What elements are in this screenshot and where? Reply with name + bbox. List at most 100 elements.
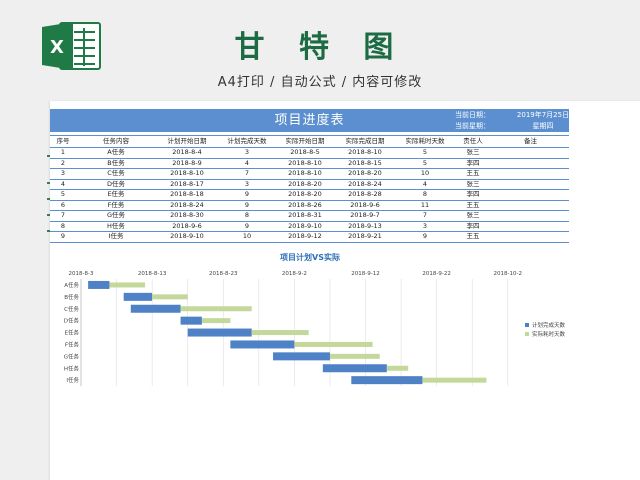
table-cell[interactable]: 5 bbox=[396, 147, 454, 159]
table-cell[interactable]: 7 bbox=[50, 210, 76, 222]
table-cell[interactable]: 4 bbox=[396, 178, 454, 190]
table-cell[interactable]: 5 bbox=[396, 157, 454, 169]
page-title: 甘 特 图 bbox=[234, 30, 406, 65]
table-cell[interactable]: 9 bbox=[396, 231, 454, 243]
table-cell[interactable] bbox=[492, 168, 569, 180]
chart-title: 项目计划VS实际 bbox=[280, 252, 340, 262]
table-cell[interactable]: 王五 bbox=[454, 231, 492, 243]
table-cell[interactable]: 张三 bbox=[454, 210, 492, 222]
table-cell[interactable] bbox=[492, 178, 569, 190]
table-cell[interactable] bbox=[492, 220, 569, 232]
table-row: 4 D任务 2018-8-17 3 2018-8-20 2018-8-24 4 张三 bbox=[50, 178, 569, 190]
table-cell[interactable]: D任务 bbox=[76, 178, 156, 190]
table-cell[interactable]: 2018-9-6 bbox=[156, 220, 218, 232]
table-cell[interactable]: 1 bbox=[50, 147, 76, 159]
table-cell[interactable]: 9 bbox=[218, 189, 276, 201]
table-cell[interactable]: 张三 bbox=[454, 178, 492, 190]
table-cell[interactable]: 2018-8-20 bbox=[334, 168, 396, 180]
x-tick-label: 2018-10-2 bbox=[494, 271, 522, 277]
current-weekday-value[interactable]: 星期四 bbox=[510, 121, 576, 132]
table-cell[interactable]: 3 bbox=[218, 178, 276, 190]
table-cell[interactable]: 2018-8-24 bbox=[156, 199, 218, 211]
table-cell[interactable]: 李四 bbox=[454, 220, 492, 232]
table-cell[interactable]: 2018-8-10 bbox=[156, 168, 218, 180]
table-cell[interactable]: 2018-8-9 bbox=[156, 157, 218, 169]
table-cell[interactable]: 2018-8-10 bbox=[276, 168, 334, 180]
table-cell[interactable]: 11 bbox=[396, 199, 454, 211]
y-category-label: B任务 bbox=[64, 293, 79, 301]
table-cell[interactable]: 2018-8-5 bbox=[276, 147, 334, 159]
table-cell[interactable]: 8 bbox=[396, 189, 454, 201]
table-cell[interactable]: 2018-9-10 bbox=[276, 220, 334, 232]
table-cell[interactable]: 2018-9-6 bbox=[334, 199, 396, 211]
table-cell[interactable]: 2018-8-20 bbox=[276, 189, 334, 201]
table-cell[interactable]: 9 bbox=[218, 220, 276, 232]
table-cell[interactable]: 2 bbox=[50, 157, 76, 169]
table-cell[interactable]: 4 bbox=[218, 157, 276, 169]
table-cell[interactable]: 9 bbox=[50, 231, 76, 243]
table-cell[interactable]: I任务 bbox=[76, 231, 156, 243]
table-cell[interactable]: 4 bbox=[50, 178, 76, 190]
table-cell[interactable]: 2018-8-26 bbox=[276, 199, 334, 211]
table-cell[interactable]: H任务 bbox=[76, 220, 156, 232]
table-cell[interactable]: 3 bbox=[396, 220, 454, 232]
table-cell[interactable]: 7 bbox=[218, 168, 276, 180]
table-cell[interactable]: 8 bbox=[50, 220, 76, 232]
table-cell[interactable]: 王五 bbox=[454, 199, 492, 211]
table-cell[interactable]: 2018-8-10 bbox=[334, 147, 396, 159]
table-cell[interactable]: G任务 bbox=[76, 210, 156, 222]
table-cell[interactable]: 2018-8-10 bbox=[276, 157, 334, 169]
column-header: 序号 bbox=[50, 135, 76, 148]
table-cell[interactable]: E任务 bbox=[76, 189, 156, 201]
table-cell[interactable]: 2018-9-12 bbox=[276, 231, 334, 243]
table-cell[interactable]: 3 bbox=[218, 147, 276, 159]
table-cell[interactable]: 2018-8-24 bbox=[334, 178, 396, 190]
y-category-label: I任务 bbox=[66, 376, 79, 384]
table-cell[interactable] bbox=[492, 147, 569, 159]
table-row: 7 G任务 2018-8-30 8 2018-8-31 2018-9-7 7 张三 bbox=[50, 210, 569, 222]
table-cell[interactable] bbox=[492, 231, 569, 243]
table-cell[interactable]: 2018-8-28 bbox=[334, 189, 396, 201]
x-tick-label: 2018-8-23 bbox=[209, 271, 238, 277]
spreadsheet-panel: 项目进度表 当前日期： 2019年7月25日 当前星期： 星期四 序号 任务内容… bbox=[50, 101, 640, 480]
table-cell[interactable]: 9 bbox=[218, 199, 276, 211]
table-cell[interactable] bbox=[492, 189, 569, 201]
bar-actual-days bbox=[152, 294, 188, 300]
table-cell[interactable] bbox=[492, 157, 569, 169]
table-cell[interactable]: 2018-8-30 bbox=[156, 210, 218, 222]
current-date-value[interactable]: 2019年7月25日 bbox=[510, 110, 576, 121]
table-cell[interactable]: 10 bbox=[218, 231, 276, 243]
table-cell[interactable]: 7 bbox=[396, 210, 454, 222]
table-cell[interactable]: 5 bbox=[50, 189, 76, 201]
table-cell[interactable]: A任务 bbox=[76, 147, 156, 159]
table-cell[interactable]: 10 bbox=[396, 168, 454, 180]
table-cell[interactable]: C任务 bbox=[76, 168, 156, 180]
table-cell[interactable]: F任务 bbox=[76, 199, 156, 211]
column-header: 责任人 bbox=[454, 135, 492, 148]
table-cell[interactable]: 李四 bbox=[454, 157, 492, 169]
table-cell[interactable]: 2018-8-18 bbox=[156, 189, 218, 201]
table-body: 1 A任务 2018-8-4 3 2018-8-5 2018-8-10 5 张三 2 B任务 201… bbox=[50, 147, 569, 243]
gantt-chart: 项目计划VS实际 2018-8-3 2018-8-13 2018-8-23 2018-9… bbox=[50, 249, 640, 480]
bar-planned-days bbox=[273, 352, 330, 361]
table-cell[interactable]: B任务 bbox=[76, 157, 156, 169]
table-cell[interactable]: 张三 bbox=[454, 147, 492, 159]
table-cell[interactable]: 8 bbox=[218, 210, 276, 222]
table-cell[interactable]: 2018-8-31 bbox=[276, 210, 334, 222]
table-cell[interactable]: 3 bbox=[50, 168, 76, 180]
table-cell[interactable]: 2018-8-4 bbox=[156, 147, 218, 159]
table-cell[interactable]: 2018-9-10 bbox=[156, 231, 218, 243]
legend-swatch-actual bbox=[525, 332, 529, 336]
table-cell[interactable]: 2018-9-21 bbox=[334, 231, 396, 243]
table-cell[interactable]: 2018-8-15 bbox=[334, 157, 396, 169]
table-cell[interactable]: 2018-9-7 bbox=[334, 210, 396, 222]
table-cell[interactable]: 2018-9-13 bbox=[334, 220, 396, 232]
x-tick-label: 2018-9-22 bbox=[422, 271, 450, 277]
table-cell[interactable] bbox=[492, 210, 569, 222]
table-cell[interactable]: 王五 bbox=[454, 168, 492, 180]
table-cell[interactable] bbox=[492, 199, 569, 211]
table-cell[interactable]: 6 bbox=[50, 199, 76, 211]
table-cell[interactable]: 李四 bbox=[454, 189, 492, 201]
table-cell[interactable]: 2018-8-17 bbox=[156, 178, 218, 190]
table-cell[interactable]: 2018-8-20 bbox=[276, 178, 334, 190]
